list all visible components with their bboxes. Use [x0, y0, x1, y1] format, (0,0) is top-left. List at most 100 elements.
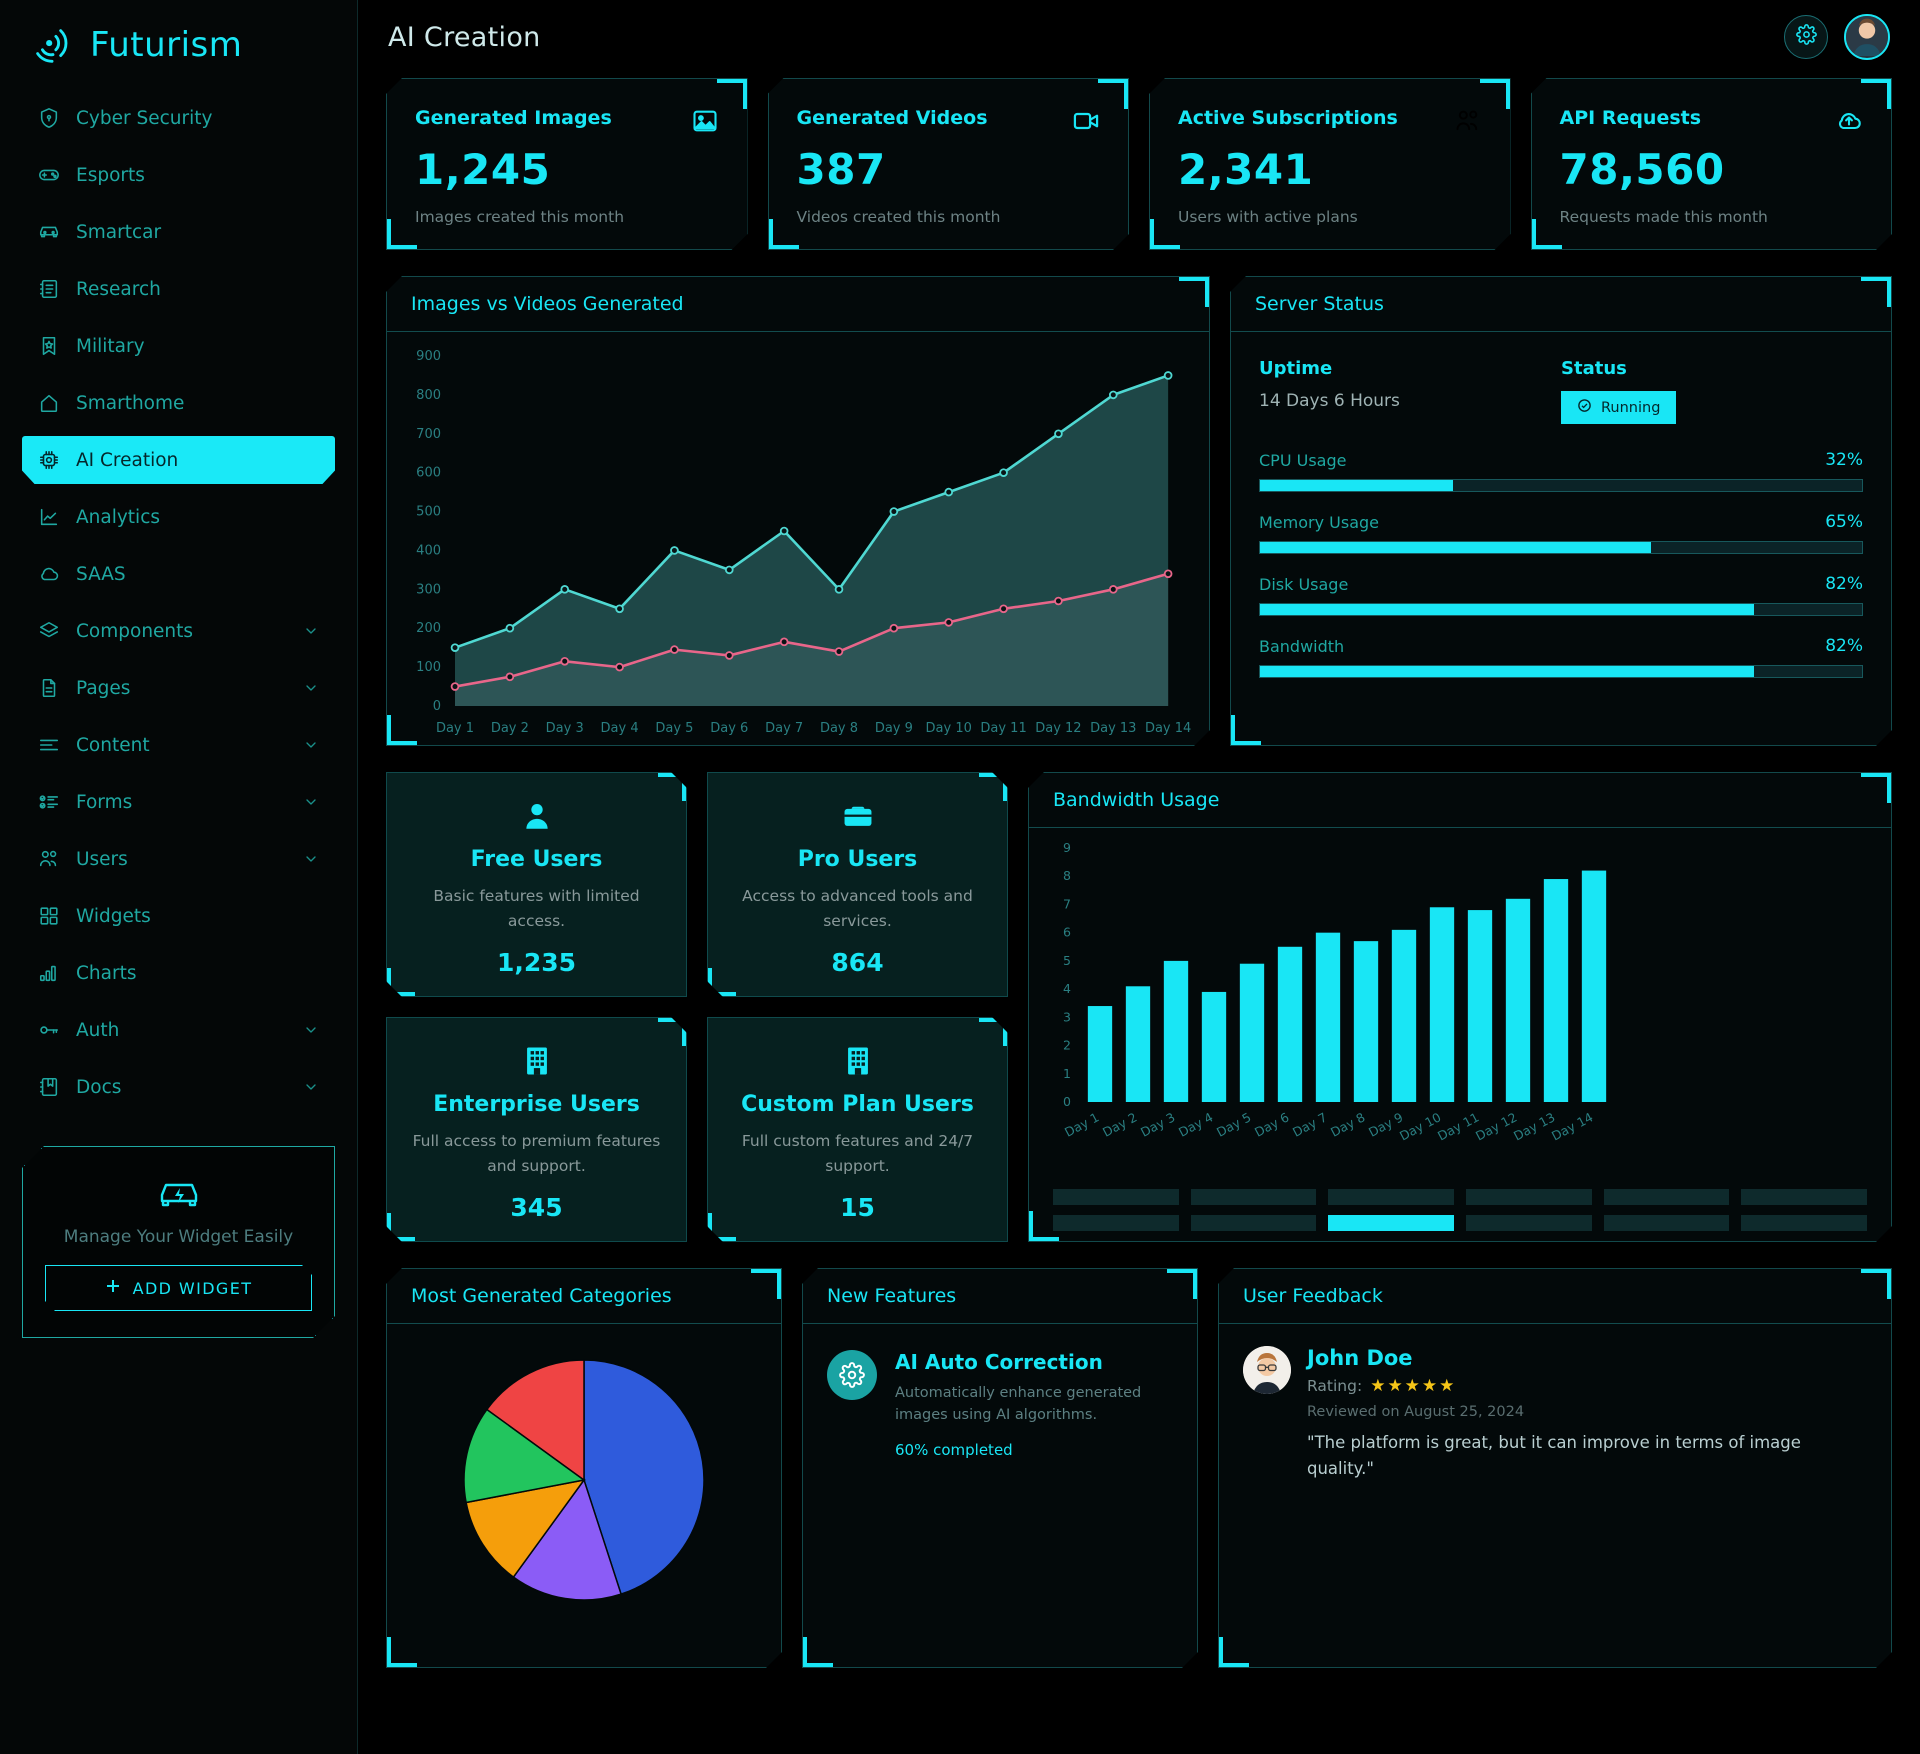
plans-and-bandwidth-row: Free Users Basic features with limited ac…	[386, 772, 1892, 1242]
sidebar-item-forms[interactable]: Forms	[22, 778, 335, 826]
new-features-panel: New Features AI Auto Correction Automati…	[802, 1268, 1198, 1668]
bar-chart-body: 9 8 7 6 5 4 3 2 1 0 Day 1 Day 2 Day 3 Day 4 Day 5 Day 6…	[1029, 828, 1891, 1183]
meter-label: Disk Usage	[1259, 574, 1349, 594]
book-icon	[38, 1076, 60, 1098]
sidebar-item-label: Smarthome	[76, 392, 185, 414]
sidebar-item-label: Smartcar	[76, 221, 162, 243]
key-icon	[38, 1019, 60, 1041]
segment-box[interactable]	[1466, 1189, 1592, 1205]
uptime-value: 14 Days 6 Hours	[1259, 391, 1400, 411]
sidebar-item-components[interactable]: Components	[22, 607, 335, 655]
sidebar-item-users[interactable]: Users	[22, 835, 335, 883]
most-generated-categories-panel: Most Generated Categories	[386, 1268, 782, 1668]
plan-title: Enterprise Users	[433, 1092, 640, 1117]
chevron-down-icon[interactable]	[303, 851, 319, 867]
chevron-down-icon[interactable]	[303, 623, 319, 639]
uptime-status-grid: Uptime 14 Days 6 Hours Status Running	[1259, 358, 1863, 424]
panel-header: User Feedback	[1219, 1269, 1891, 1324]
new-features-title: New Features	[827, 1285, 957, 1307]
sidebar-item-analytics[interactable]: Analytics	[22, 493, 335, 541]
add-widget-label: ADD WIDGET	[132, 1278, 253, 1298]
area-chart-body: 0 100 200 300 400 500 600 700 800 900 Day 1 Day 2 Da…	[387, 332, 1209, 744]
topbar: AI Creation	[386, 0, 1892, 74]
meter-memory-usage: Memory Usage 65%	[1259, 512, 1863, 554]
sidebar-item-smarthome[interactable]: Smarthome	[22, 379, 335, 427]
sidebar-item-label: Users	[76, 848, 128, 870]
settings-gear-button[interactable]	[1784, 15, 1828, 59]
building-icon	[730, 1044, 985, 1078]
sidebar-item-research[interactable]: Research	[22, 265, 335, 313]
status-label: Status	[1561, 358, 1627, 379]
user-feedback-title: User Feedback	[1243, 1285, 1383, 1307]
svg-text:Day 8: Day 8	[820, 721, 858, 736]
user-feedback-panel: User Feedback John Doe Rating: ★★★★★ Rev…	[1218, 1268, 1892, 1668]
stat-subtitle: Videos created this month	[796, 208, 1001, 226]
segment-box[interactable]	[1741, 1215, 1867, 1231]
chevron-down-icon[interactable]	[303, 794, 319, 810]
main-content: AI Creation Generated Images 1,245 Image…	[358, 0, 1920, 1754]
segment-box[interactable]	[1053, 1215, 1179, 1231]
meter-percent: 32%	[1825, 450, 1863, 470]
feedback-avatar	[1243, 1346, 1291, 1394]
sidebar-item-content[interactable]: Content	[22, 721, 335, 769]
sidebar-item-cyber-security[interactable]: Cyber Security	[22, 94, 335, 142]
segment-box[interactable]	[1466, 1215, 1592, 1231]
meter-disk-usage: Disk Usage 82%	[1259, 574, 1863, 616]
meter-label: Memory Usage	[1259, 512, 1380, 532]
categories-title: Most Generated Categories	[411, 1285, 672, 1307]
svg-text:Day 3: Day 3	[1138, 1109, 1177, 1139]
sidebar-item-ai-creation[interactable]: AI Creation	[22, 436, 335, 484]
server-status-title: Server Status	[1255, 293, 1384, 315]
add-widget-button[interactable]: ADD WIDGET	[45, 1265, 312, 1311]
feature-text-block: AI Auto Correction Automatically enhance…	[895, 1350, 1173, 1459]
svg-text:1: 1	[1063, 1066, 1071, 1081]
segment-box-active[interactable]	[1328, 1215, 1454, 1231]
segment-box[interactable]	[1741, 1189, 1867, 1205]
chevron-down-icon[interactable]	[303, 1022, 319, 1038]
stat-card-api-requests: API Requests 78,560 Requests made this mon…	[1531, 78, 1893, 250]
svg-text:Day 7: Day 7	[765, 721, 803, 736]
feature-progress-label: 60% completed	[895, 1440, 1013, 1459]
app-root: Futurism Cyber Security Esports Smartcar Re…	[0, 0, 1920, 1754]
stat-card-top: Generated Videos	[797, 107, 1101, 135]
avatar[interactable]	[1844, 14, 1890, 60]
brand[interactable]: Futurism	[0, 0, 357, 94]
bottom-panels-row: Most Generated Categories New Features A…	[386, 1268, 1892, 1668]
meter-track	[1259, 479, 1863, 492]
sidebar-item-docs[interactable]: Docs	[22, 1063, 335, 1111]
sidebar-item-smartcar[interactable]: Smartcar	[22, 208, 335, 256]
sidebar-item-military[interactable]: Military	[22, 322, 335, 370]
check-circle-icon	[1577, 398, 1592, 417]
plan-count: 15	[840, 1192, 875, 1222]
segment-box[interactable]	[1191, 1215, 1317, 1231]
server-status-body: Uptime 14 Days 6 Hours Status Running CP…	[1231, 332, 1891, 724]
sidebar-item-pages[interactable]: Pages	[22, 664, 335, 712]
stat-card-top: Generated Images	[415, 107, 719, 135]
chevron-down-icon[interactable]	[303, 1079, 319, 1095]
meter-row: Bandwidth 82%	[1259, 636, 1863, 656]
segment-box[interactable]	[1191, 1189, 1317, 1205]
svg-text:Day 10: Day 10	[1397, 1109, 1443, 1143]
bandwidth-segment-boxes	[1029, 1183, 1891, 1231]
segment-box[interactable]	[1604, 1215, 1730, 1231]
svg-text:Day 10: Day 10	[926, 721, 972, 736]
chevron-down-icon[interactable]	[303, 737, 319, 753]
plan-count: 345	[510, 1192, 563, 1222]
segment-box[interactable]	[1328, 1189, 1454, 1205]
stat-subtitle: Images created this month	[415, 208, 625, 226]
meter-percent: 65%	[1825, 512, 1863, 532]
chevron-down-icon[interactable]	[303, 680, 319, 696]
sidebar-item-auth[interactable]: Auth	[22, 1006, 335, 1054]
plan-title: Custom Plan Users	[741, 1092, 974, 1117]
sidebar-item-label: Pages	[76, 677, 131, 699]
sidebar-item-esports[interactable]: Esports	[22, 151, 335, 199]
plan-card-custom-plan-users: Custom Plan Users Full custom features an…	[707, 1017, 1008, 1242]
sidebar-item-saas[interactable]: SAAS	[22, 550, 335, 598]
sidebar-item-widgets[interactable]: Widgets	[22, 892, 335, 940]
meter-bandwidth: Bandwidth 82%	[1259, 636, 1863, 678]
sidebar-item-charts[interactable]: Charts	[22, 949, 335, 997]
segment-box[interactable]	[1604, 1189, 1730, 1205]
feedback-quote: "The platform is great, but it can impro…	[1307, 1433, 1801, 1479]
segment-box[interactable]	[1053, 1189, 1179, 1205]
status-badge: Running	[1561, 391, 1676, 424]
